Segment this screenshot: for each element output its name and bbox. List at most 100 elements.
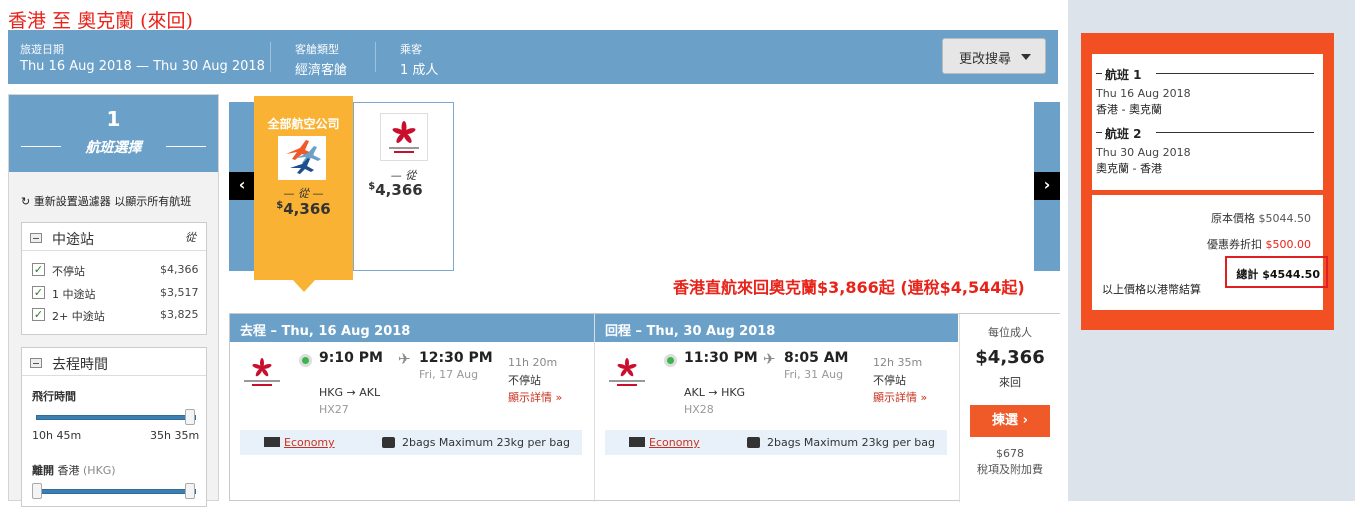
modify-search-button[interactable]: 更改搜尋 [942,38,1046,74]
stops-filter-header[interactable]: 中途站 從 [22,223,206,251]
reset-filters-text: 重新設置過濾器 以顯示所有航班 [33,195,192,208]
depart-filter-label: 離開 香港 (HKG) [32,462,116,478]
checkbox-checked-icon[interactable]: ✓ [32,308,45,321]
baggage-allowance: 2bags Maximum 23kg per bag [402,436,570,449]
route: HKG → AKL [319,386,381,399]
airline-card-all[interactable]: 全部航空公司 — 從 — $4,366 [254,96,353,292]
duration-slider-handle[interactable] [185,409,195,425]
from-label: — 從 — [283,187,324,200]
stop-option-price: $4,366 [160,263,199,276]
total-label: 總計 [1236,268,1259,281]
flight-2-label: 航班 2 [1105,127,1142,141]
baggage-icon [747,437,760,448]
chevron-right-icon[interactable]: › [1034,172,1060,200]
total-price: $4,366 [975,347,1045,368]
double-chevron-down-icon: » [555,391,563,404]
hong-kong-airlines-logo [605,356,649,388]
fare-info-bar: Economy 2bags Maximum 23kg per bag [240,430,582,455]
travel-dates: 旅遊日期 Thu 16 Aug 2018 — Thu 30 Aug 2018 [20,41,265,74]
flight-duration: 11h 20m [508,356,558,369]
baggage-allowance: 2bags Maximum 23kg per bag [767,436,935,449]
duration-max: 35h 35m [150,429,200,442]
plane-icon: ✈ [763,350,776,368]
cabin-class-link[interactable]: Economy [284,436,335,449]
flight-1-date: Thu 16 Aug 2018 [1096,87,1191,100]
price-value: 4,366 [283,200,331,218]
chevron-left-icon[interactable]: ‹ [229,172,255,200]
stops-text: 不停站 [873,374,906,387]
arrival-time: 8:05 AM [784,350,849,366]
cabin-type-label: 客艙類型 [295,43,339,56]
flight-1-summary: 航班 1 Thu 16 Aug 2018 香港 - 奧克蘭 [1096,66,1314,117]
show-details-label: 顯示詳情 [508,391,552,404]
show-details-link[interactable]: 顯示詳情 » [873,389,927,405]
divider [1156,73,1314,74]
route: AKL → HKG [684,386,746,399]
cabin-class-link[interactable]: Economy [649,436,700,449]
duration-min: 10h 45m [32,429,82,442]
passengers: 乘客 1 成人 [400,41,438,78]
cabin-type-value: 經濟客艙 [295,63,348,78]
divider [270,42,271,72]
arrival-time: 12:30 PM [419,350,493,366]
depart-time-handle-left[interactable] [32,483,42,499]
carousel-next[interactable]: › [1034,102,1060,271]
booking-summary: 航班 1 Thu 16 Aug 2018 香港 - 奧克蘭 航班 2 Thu 3… [1081,33,1334,330]
select-flight-button[interactable]: 揀選 › [970,405,1050,437]
from-text: 從 [298,187,309,200]
depart-time-handle-right[interactable] [185,483,195,499]
fare-info-bar: Economy 2bags Maximum 23kg per bag [605,430,947,455]
outbound-time-header[interactable]: 去程時間 [22,348,206,376]
chevron-down-icon [1021,54,1031,60]
travel-dates-value: Thu 16 Aug 2018 — Thu 30 Aug 2018 [20,59,265,74]
flight-2-date: Thu 30 Aug 2018 [1096,146,1191,159]
stop-option-price: $3,517 [160,286,199,299]
modify-search-label: 更改搜尋 [959,52,1012,67]
reset-filters-link[interactable]: ↻ 重新設置過濾器 以顯示所有航班 [21,193,191,209]
divider [166,146,206,147]
promo-banner: 香港直航來回奧克蘭$3,866起 (連稅$4,544起) [673,278,1025,297]
departure-dot-icon [299,354,312,367]
coupon-discount-row: 優惠券折扣 $500.00 [1207,236,1311,252]
depart-label: 離開 [32,464,54,477]
per-adult-label: 每位成人 [988,326,1032,339]
carousel-prev[interactable]: ‹ [229,102,255,271]
plane-icon: ✈ [398,350,411,368]
trip-type: 來回 [999,376,1021,389]
step-number: 1 [106,107,121,131]
stop-option-label: 2+ 中途站 [52,310,105,323]
checkbox-checked-icon[interactable]: ✓ [32,286,45,299]
airline-card-hong-kong-airlines[interactable]: — 從 $4,366 [353,102,454,271]
show-details-link[interactable]: 顯示詳情 » [508,389,562,405]
divider [21,146,61,147]
chevron-right-icon: › [1022,413,1028,428]
divider [375,42,376,72]
departure-time: 9:10 PM [319,350,383,366]
filter-sidebar: 1 航班選擇 ↻ 重新設置過濾器 以顯示所有航班 中途站 從 ✓ 不停站 $4,… [8,94,219,507]
passengers-value: 1 成人 [400,63,439,78]
airline-card-price: $4,366 [346,181,445,199]
all-airlines-icon [278,136,326,180]
outbound-leg-header: 去程 – Thu, 16 Aug 2018 [230,314,594,342]
arrival-date: Fri, 31 Aug [784,368,844,381]
from-label: 從 [185,231,196,244]
flight-2-summary: 航班 2 Thu 30 Aug 2018 奧克蘭 - 香港 [1096,125,1314,176]
seat-class-icon [264,437,280,447]
checkbox-checked-icon[interactable]: ✓ [32,263,45,276]
outbound-time-title: 去程時間 [52,357,108,373]
total-value: $4544.50 [1262,268,1320,281]
total-price-box: 總計 $4544.50 [1225,256,1328,288]
inbound-leg-header: 回程 – Thu, 30 Aug 2018 [595,314,958,342]
flight-2-route: 奧克蘭 - 香港 [1096,162,1162,175]
flight-1-label: 航班 1 [1105,68,1142,82]
depart-time-slider[interactable] [36,489,196,494]
duration-label: 飛行時間 [32,390,76,403]
stops-filter: 中途站 從 ✓ 不停站 $4,366 ✓ 1 中途站 $3,517 ✓ 2+ 中… [21,222,207,335]
coupon-discount-value: $500.00 [1265,238,1312,251]
stop-option-price: $3,825 [160,308,199,321]
stop-option-label: 1 中途站 [52,288,96,301]
airline-card-price: $4,366 [254,200,353,218]
duration-slider[interactable] [36,415,196,420]
passengers-label: 乘客 [400,43,422,56]
refresh-icon: ↻ [21,195,34,208]
